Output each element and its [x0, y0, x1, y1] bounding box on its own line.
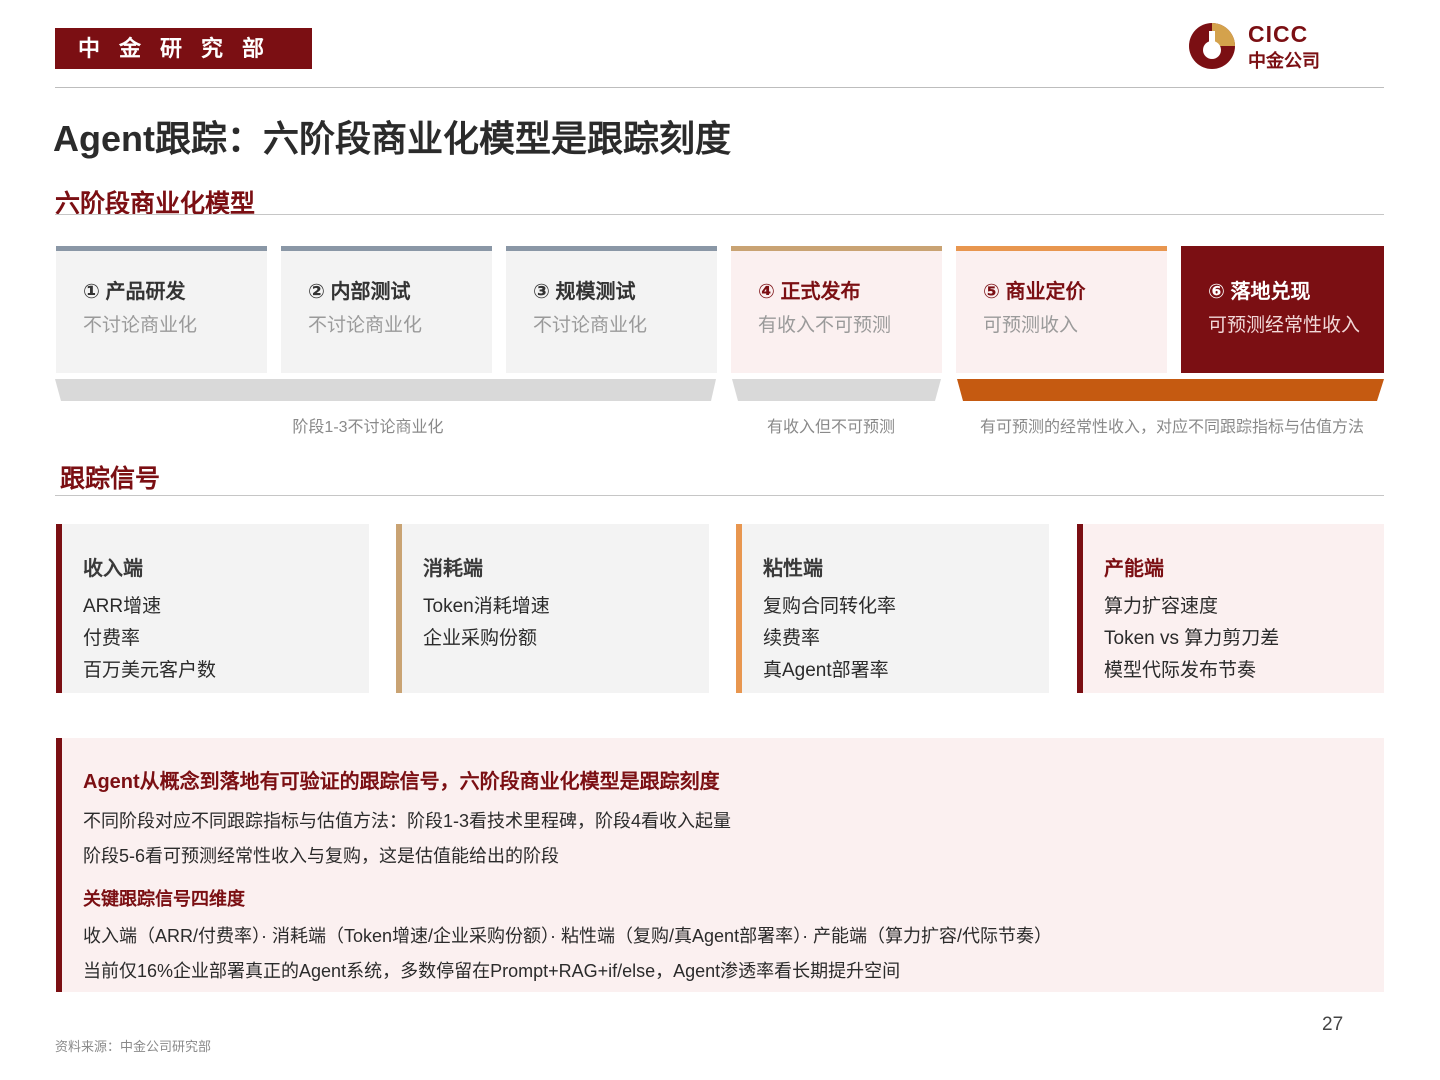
signal-title: 收入端	[83, 558, 143, 580]
stage-name: ⑥ 落地兑现	[1208, 281, 1311, 303]
summary-subheading: 关键跟踪信号四维度	[83, 889, 245, 909]
cicc-logo: CICC 中金公司	[1188, 20, 1338, 72]
stage-desc: 不讨论商业化	[533, 315, 648, 336]
summary-heading: Agent从概念到落地有可验证的跟踪信号，六阶段商业化模型是跟踪刻度	[83, 771, 720, 793]
stage-desc: 可预测经常性收入	[1208, 315, 1361, 336]
logo-text-cn: 中金公司	[1248, 51, 1320, 71]
band-stage-4	[732, 379, 941, 401]
band-stage-1-3	[55, 379, 716, 401]
band-label-4: 有收入但不可预测	[766, 419, 895, 436]
signal-card-stickiness: 粘性端 复购合同转化率 续费率 真Agent部署率	[736, 524, 1049, 693]
stage-bar	[731, 246, 942, 251]
signal-card-capacity: 产能端 算力扩容速度 Token vs 算力剪刀差 模型代际发布节奏	[1077, 524, 1384, 693]
stage-card-5: ⑤ 商业定价 可预测收入	[956, 246, 1167, 373]
stage-card-1: ① 产品研发 不讨论商业化	[56, 246, 267, 373]
stage-name: ③ 规模测试	[533, 281, 636, 303]
signal-accent-bar	[56, 524, 62, 693]
cicc-logo-icon	[1189, 23, 1235, 69]
signal-item: ARR增速	[83, 596, 162, 617]
stage-desc: 不讨论商业化	[83, 315, 198, 336]
signal-item: 算力扩容速度	[1104, 596, 1219, 617]
signal-item: 百万美元客户数	[83, 660, 217, 681]
stage-desc: 有收入不可预测	[758, 315, 892, 336]
stage-card-2: ② 内部测试 不讨论商业化	[281, 246, 492, 373]
logo-text-en: CICC	[1248, 21, 1309, 47]
signal-title: 粘性端	[763, 558, 823, 580]
summary-line-2: 阶段5-6看可预测经常性收入与复购，这是估值能给出的阶段	[83, 846, 560, 866]
signal-accent-bar	[1077, 524, 1083, 693]
signal-item: Token vs 算力剪刀差	[1104, 628, 1280, 649]
signal-item: Token消耗增速	[423, 596, 550, 617]
signal-item: 企业采购份额	[423, 628, 538, 649]
signal-title: 消耗端	[423, 558, 483, 580]
stage-bar	[281, 246, 492, 251]
summary-box: Agent从概念到落地有可验证的跟踪信号，六阶段商业化模型是跟踪刻度 不同阶段对…	[56, 738, 1384, 992]
stage-card-6: ⑥ 落地兑现 可预测经常性收入	[1181, 246, 1384, 373]
stage-card-4: ④ 正式发布 有收入不可预测	[731, 246, 942, 373]
source-note: 资料来源：中金公司研究部	[55, 1039, 212, 1054]
department-label: 中金研究部	[55, 28, 312, 69]
header-divider	[55, 87, 1384, 88]
band-stage-5-6	[957, 379, 1384, 401]
stage-name: ① 产品研发	[83, 281, 186, 303]
summary-accent-bar	[56, 738, 62, 992]
signal-item: 模型代际发布节奏	[1104, 660, 1257, 681]
page-title: Agent跟踪：六阶段商业化模型是跟踪刻度	[53, 118, 731, 159]
stage-bar	[956, 246, 1167, 251]
signal-item: 真Agent部署率	[763, 660, 889, 681]
signal-item: 复购合同转化率	[763, 596, 897, 617]
band-label-5-6: 有可预测的经常性收入，对应不同跟踪指标与估值方法	[979, 419, 1364, 436]
summary-line-1: 不同阶段对应不同跟踪指标与估值方法：阶段1-3看技术里程碑，阶段4看收入起量	[83, 811, 732, 831]
section-divider	[55, 214, 1384, 215]
signal-accent-bar	[396, 524, 402, 693]
signal-item: 付费率	[83, 628, 141, 649]
section-title-signals: 跟踪信号	[60, 465, 161, 493]
stage-desc: 可预测收入	[983, 315, 1079, 336]
summary-line-4: 当前仅16%企业部署真正的Agent系统，多数停留在Prompt+RAG+if/…	[83, 961, 901, 981]
stage-desc: 不讨论商业化	[308, 315, 423, 336]
signal-item: 续费率	[763, 628, 821, 649]
stage-bands	[55, 379, 1384, 401]
section-divider	[55, 495, 1384, 496]
signal-card-revenue: 收入端 ARR增速 付费率 百万美元客户数	[56, 524, 369, 693]
band-label-1-3: 阶段1-3不讨论商业化	[292, 419, 444, 436]
signal-card-consumption: 消耗端 Token消耗增速 企业采购份额	[396, 524, 709, 693]
signal-title: 产能端	[1104, 558, 1164, 580]
stage-name: ⑤ 商业定价	[983, 281, 1086, 303]
stage-bar	[56, 246, 267, 251]
signal-accent-bar	[736, 524, 742, 693]
stage-name: ④ 正式发布	[758, 281, 861, 303]
stage-bar	[506, 246, 717, 251]
page-number: 27	[1322, 1014, 1344, 1035]
stage-card-3: ③ 规模测试 不讨论商业化	[506, 246, 717, 373]
summary-line-3: 收入端（ARR/付费率）· 消耗端（Token增速/企业采购份额）· 粘性端（复…	[83, 926, 1053, 946]
stage-name: ② 内部测试	[308, 281, 411, 303]
